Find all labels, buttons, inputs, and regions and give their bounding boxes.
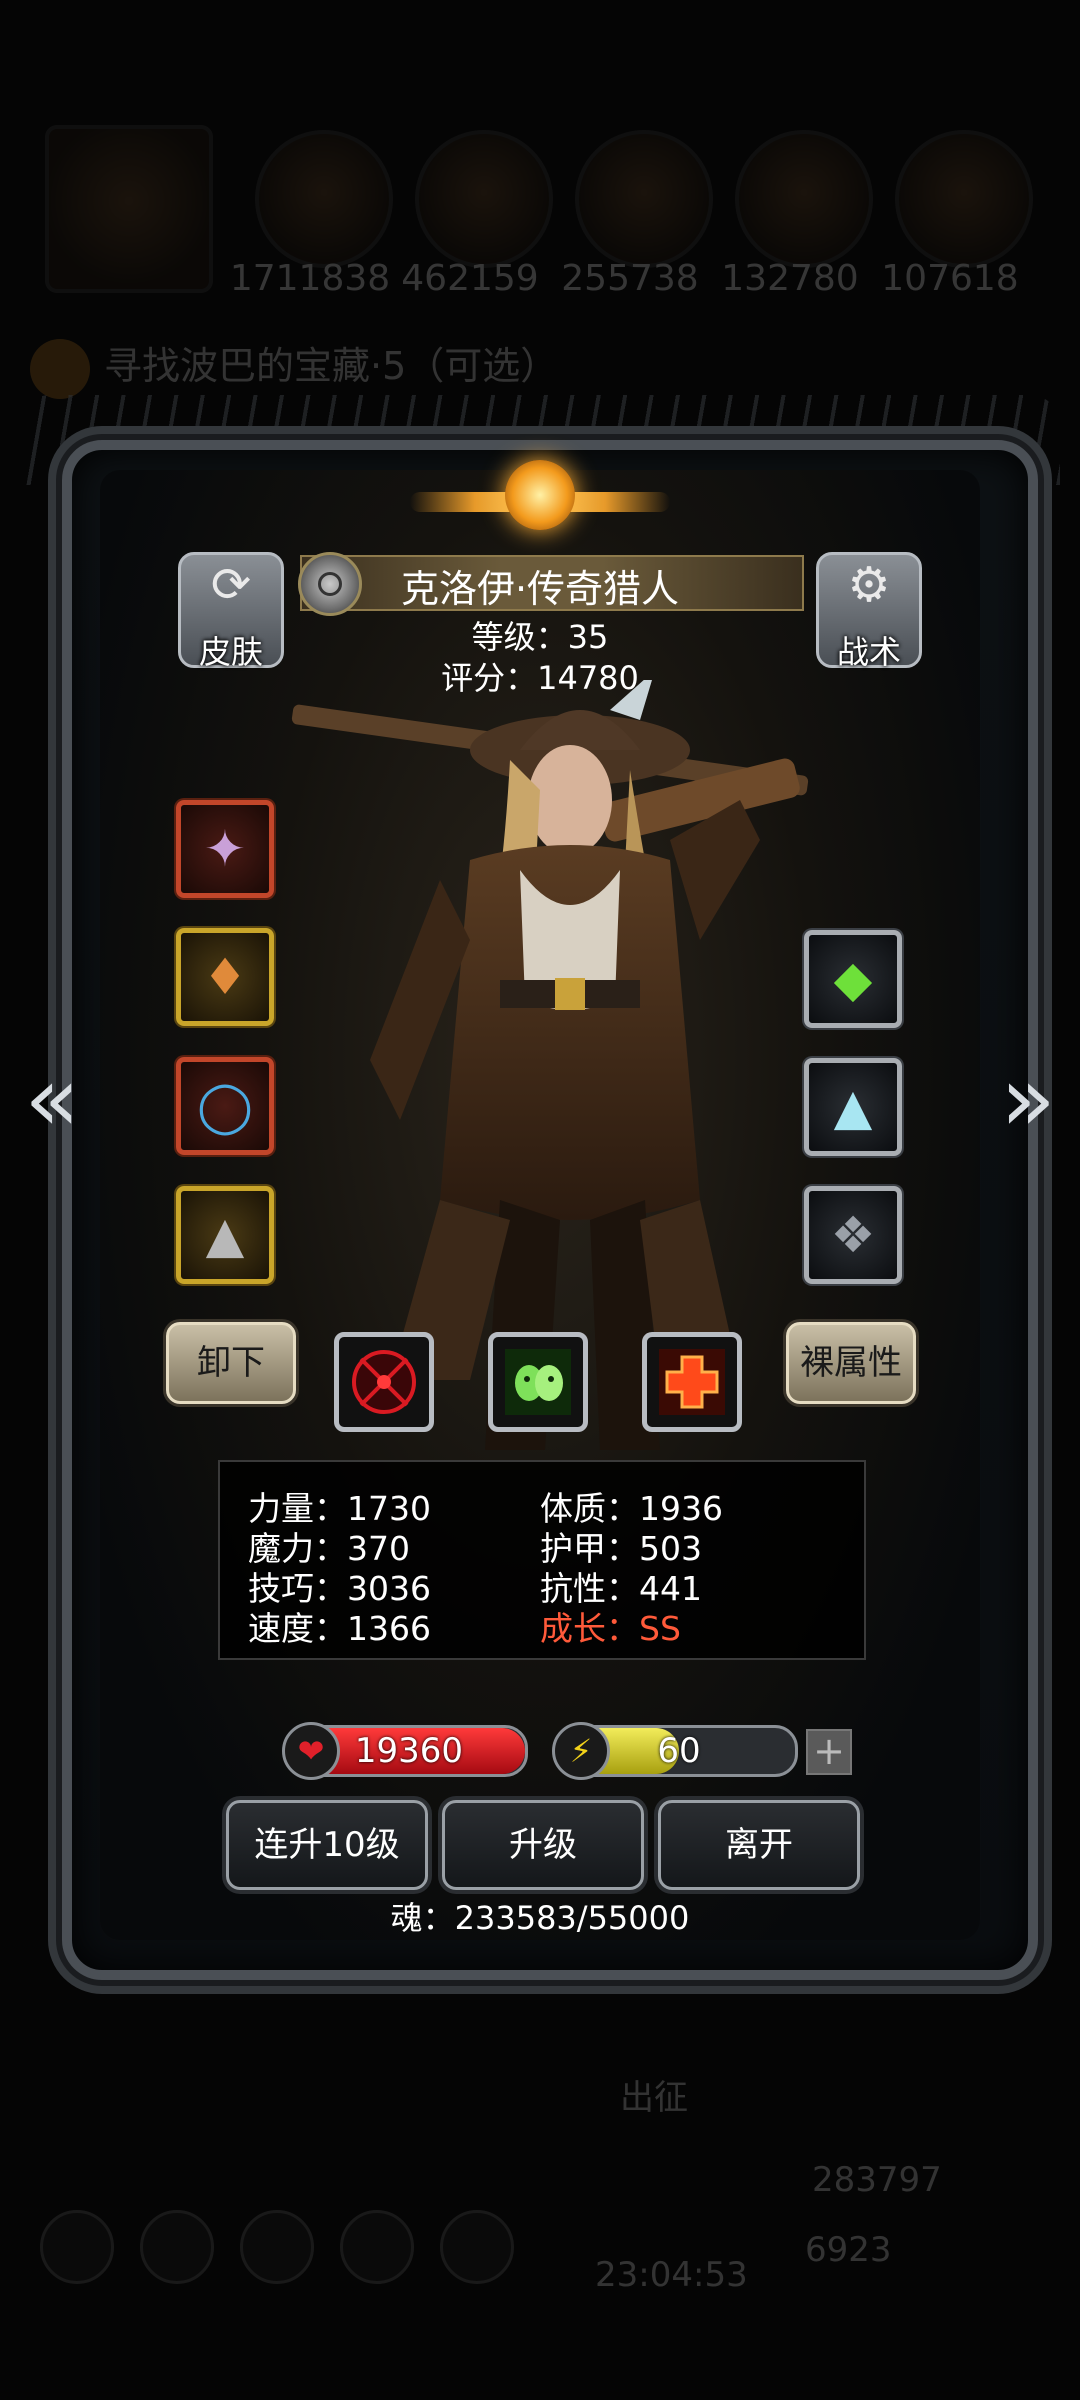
claw-trinket-icon: ❖: [830, 1206, 876, 1264]
equip-slot-weapon[interactable]: ✦: [176, 800, 274, 898]
amulet-icon: ◯: [197, 1077, 253, 1135]
shirt-refresh-icon: ⟳: [210, 557, 252, 613]
resource-bar: 1711838 462159 255738 132780 107618: [40, 125, 1040, 300]
unequip-button[interactable]: 卸下: [166, 1322, 296, 1404]
hero-level: 等级：35: [471, 618, 609, 656]
timer-text: 23:04:53: [595, 2255, 748, 2295]
resource-count: 107618: [881, 258, 1019, 299]
equip-slot-mushroom[interactable]: ▲: [804, 1058, 902, 1156]
resource-iron-icon: [895, 130, 1033, 268]
gem-count: 6923: [805, 2230, 892, 2270]
quest-banner: 寻找波巴的宝藏·5（可选）: [30, 335, 558, 399]
ice-mushroom-icon: ▲: [833, 1078, 873, 1136]
green-crystal-icon: ◆: [833, 950, 873, 1008]
skin-button[interactable]: ⟳ 皮肤: [178, 552, 284, 671]
equip-slot-amulet[interactable]: ◯: [176, 1057, 274, 1155]
shield-icon: ▲: [205, 1206, 245, 1264]
equip-slot-shield[interactable]: ▲: [176, 1186, 274, 1284]
quest-icon: [30, 338, 90, 399]
menu-icon: [340, 2210, 414, 2284]
tactics-button[interactable]: ⚙ 战术: [816, 552, 922, 671]
double-chevron-left-icon[interactable]: «: [12, 1050, 92, 1150]
tactics-label: 战术: [836, 633, 901, 671]
red-cross-icon: [647, 1337, 737, 1427]
stat-growth: 成长：SS: [540, 1609, 681, 1648]
menu-icon: [140, 2210, 214, 2284]
bottom-bar: 出征 23:04:53 283797 6923: [0, 2030, 1080, 2330]
heart-icon: ❤: [282, 1722, 340, 1780]
gear-icon: ⚙: [847, 557, 891, 613]
green-skulls-icon: [493, 1337, 583, 1427]
equip-slot-trinket[interactable]: ❖: [804, 1186, 902, 1284]
hero-name: 克洛伊·传奇猎人: [400, 567, 680, 611]
resource-count: 132780: [721, 258, 859, 299]
equip-slot-gem[interactable]: ◆: [804, 930, 902, 1028]
double-chevron-right-icon[interactable]: »: [988, 1050, 1068, 1150]
soul-counter: 魂：233583/55000: [390, 1899, 690, 1937]
weapon-slot-icon: [45, 125, 213, 293]
menu-icon: [440, 2210, 514, 2284]
level-up-button[interactable]: 升级: [442, 1800, 644, 1890]
gold-count: 283797: [812, 2160, 942, 2200]
resource-orb-icon: [255, 130, 393, 268]
pistol-icon: ✦: [204, 820, 246, 878]
quest-text: 寻找波巴的宝藏·5（可选）: [104, 344, 559, 388]
resource-stone-icon: [575, 130, 713, 268]
level-up-10-button[interactable]: 连升10级: [226, 1800, 428, 1890]
leave-button[interactable]: 离开: [658, 1800, 860, 1890]
menu-icon: [40, 2210, 114, 2284]
base-attributes-button[interactable]: 裸属性: [786, 1322, 916, 1404]
add-energy-button[interactable]: +: [806, 1729, 852, 1775]
skin-label: 皮肤: [198, 633, 263, 671]
resource-count: 255738: [561, 258, 699, 299]
armor-icon: ♦: [202, 948, 248, 1006]
lightning-icon: ⚡: [552, 1722, 610, 1780]
resource-crystal-icon: [735, 130, 873, 268]
resource-wood-icon: [415, 130, 553, 268]
skill-slot-2[interactable]: [488, 1332, 588, 1432]
crest-ornament: [410, 460, 670, 550]
expedition-label: 出征: [620, 2078, 688, 2118]
target-skill-icon: [339, 1337, 429, 1427]
resource-count: 1711838: [229, 258, 391, 299]
skill-slot-3[interactable]: [642, 1332, 742, 1432]
equip-slot-armor[interactable]: ♦: [176, 928, 274, 1026]
menu-icon: [240, 2210, 314, 2284]
skill-slot-1[interactable]: [334, 1332, 434, 1432]
resource-count: 462159: [401, 258, 539, 299]
stat-speed: 速度：1366: [248, 1609, 431, 1648]
